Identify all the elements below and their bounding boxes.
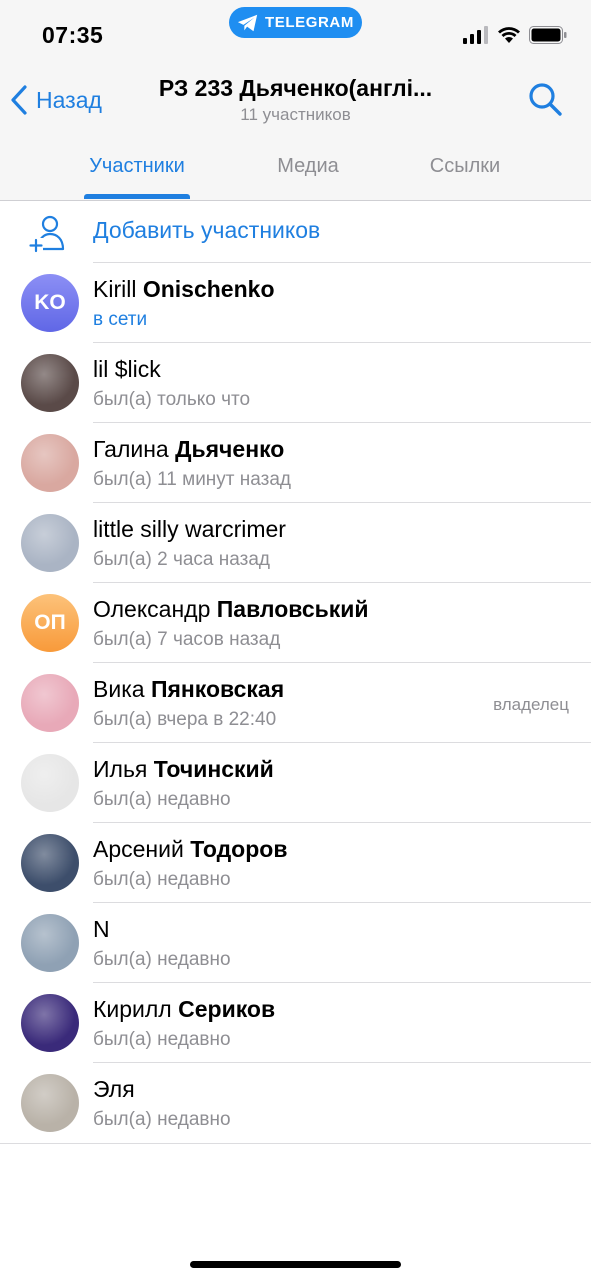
member-first-name: Kirill [93, 276, 137, 302]
member-row[interactable]: Nбыл(а) недавно [0, 903, 591, 983]
top-bar: 07:35 TELEGRAM Назад РЗ 233 Дьяченко(анг… [0, 0, 591, 201]
member-status: был(а) недавно [93, 869, 231, 890]
avatar[interactable]: ОП [21, 594, 79, 652]
member-status: был(а) 7 часов назад [93, 629, 281, 650]
avatar[interactable] [21, 674, 79, 732]
member-status: был(а) 2 часа назад [93, 549, 270, 570]
members-container: KO Kirill Onischenko в сети lil $lick был(а)… [0, 263, 591, 1143]
member-name: Илья Точинский [93, 756, 274, 783]
home-indicator[interactable] [190, 1261, 401, 1268]
search-icon [529, 83, 562, 116]
member-row[interactable]: little silly warcrimer был(а) 2 часа наза… [0, 503, 591, 583]
member-name: lil $lick [93, 356, 161, 383]
member-row[interactable]: ОП Олександр Павловський был(а) 7 часов на… [0, 583, 591, 663]
member-last-name: Дьяченко [175, 436, 285, 462]
tab-members[interactable]: Участники [84, 155, 190, 178]
member-last-name: Пянковская [150, 676, 285, 702]
member-first-name: N [93, 916, 110, 942]
member-name: Эля [93, 1076, 135, 1103]
wifi-icon [498, 27, 520, 43]
member-row[interactable]: Кирилл Сериков был(а) недавно [0, 983, 591, 1063]
role-badge: владелец [493, 695, 569, 714]
telegram-icon [237, 14, 258, 31]
member-status: в сети [93, 309, 148, 330]
add-members-button[interactable]: Добавить участников [0, 201, 591, 263]
member-row[interactable]: Вика Пянковская был(а) вчера в 22:40 владе… [0, 663, 591, 743]
member-first-name: Арсений [93, 836, 184, 862]
member-last-name: Сериков [178, 996, 276, 1022]
member-name: N [93, 916, 110, 943]
search-button[interactable] [526, 80, 566, 120]
status-time: 07:35 [42, 22, 104, 48]
member-status: был(а) вчера в 22:40 [93, 709, 277, 730]
battery-icon [529, 26, 567, 44]
avatar[interactable] [21, 994, 79, 1052]
add-user-icon [29, 215, 65, 253]
avatar[interactable]: KO [21, 274, 79, 332]
member-count: 11 участников [240, 105, 351, 124]
member-status: был(а) недавно [93, 1109, 231, 1130]
add-members-label: Добавить участников [93, 217, 321, 243]
avatar[interactable] [21, 914, 79, 972]
member-name: Олександр Павловський [93, 596, 369, 623]
member-name: Kirill Onischenko [93, 276, 275, 303]
member-first-name: lil $lick [93, 356, 161, 382]
members-list: Добавить участников KO Kirill Onischenko в… [0, 201, 591, 1144]
chevron-left-icon [11, 85, 27, 115]
avatar[interactable] [21, 354, 79, 412]
member-row[interactable]: KO Kirill Onischenko в сети [0, 263, 591, 343]
member-row[interactable]: lil $lick был(а) только что [0, 343, 591, 423]
status-icons [463, 26, 567, 44]
telegram-app-pill[interactable]: TELEGRAM [229, 7, 362, 38]
avatar[interactable] [21, 514, 79, 572]
avatar[interactable] [21, 754, 79, 812]
member-row[interactable]: Галина Дьяченко был(а) 11 минут назад [0, 423, 591, 503]
tab-media[interactable]: Медиа [258, 155, 358, 178]
member-name: Вика Пянковская [93, 676, 284, 703]
cellular-signal-icon [463, 26, 488, 44]
member-first-name: Олександр [93, 596, 211, 622]
avatar[interactable] [21, 1074, 79, 1132]
avatar[interactable] [21, 434, 79, 492]
member-name: Кирилл Сериков [93, 996, 275, 1023]
member-first-name: Галина [93, 436, 169, 462]
member-status: был(а) 11 минут назад [93, 469, 291, 490]
member-status: был(а) недавно [93, 1029, 231, 1050]
list-bottom-divider [0, 1143, 591, 1144]
avatar[interactable] [21, 834, 79, 892]
member-name: Галина Дьяченко [93, 436, 284, 463]
member-status: был(а) недавно [93, 949, 231, 970]
back-button[interactable]: Назад [10, 82, 102, 118]
member-row[interactable]: Илья Точинский был(а) недавно [0, 743, 591, 823]
tab-bar: Участники Медиа Ссылки [0, 148, 591, 200]
member-last-name: Павловський [216, 596, 369, 622]
member-last-name: Точинский [153, 756, 274, 782]
telegram-pill-label: TELEGRAM [265, 14, 354, 31]
member-first-name: little silly warcrimer [93, 516, 286, 542]
back-label: Назад [36, 86, 102, 113]
member-last-name: Onischenko [142, 276, 275, 302]
active-tab-indicator [84, 194, 190, 199]
member-status: был(а) только что [93, 389, 251, 410]
member-last-name: Тодоров [190, 836, 288, 862]
member-status: был(а) недавно [93, 789, 231, 810]
member-first-name: Илья [93, 756, 148, 782]
member-row[interactable]: Эля был(а) недавно [0, 1063, 591, 1143]
member-name: Арсений Тодоров [93, 836, 287, 863]
member-first-name: Вика [93, 676, 145, 702]
member-row[interactable]: Арсений Тодоров был(а) недавно [0, 823, 591, 903]
chat-title: РЗ 233 Дьяченко(англі... [158, 75, 433, 101]
member-name: little silly warcrimer [93, 516, 286, 543]
member-first-name: Кирилл [93, 996, 172, 1022]
member-first-name: Эля [93, 1076, 135, 1102]
tab-links[interactable]: Ссылки [414, 155, 516, 178]
